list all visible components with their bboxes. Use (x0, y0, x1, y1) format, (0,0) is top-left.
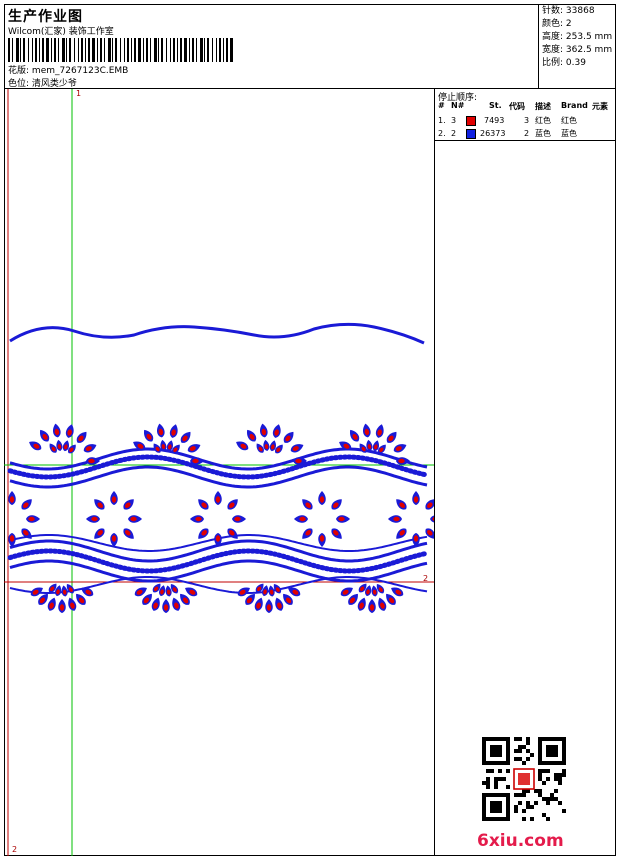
guide-label-right: 2 (423, 574, 429, 583)
row-2-color-swatch (466, 129, 476, 139)
design-canvas: 1 2 2 (4, 89, 434, 856)
stat-height: 高度: 253.5 mm (542, 32, 613, 42)
col-stitches: St. (489, 101, 502, 110)
stop-sequence-table: 停止顺序: # N# St. 代码 描述 Brand 元素 1. 3 7493 … (435, 89, 616, 141)
col-index: # (438, 101, 445, 110)
guide-label-bottom: 2 (12, 845, 18, 854)
colorway-label: 色位: (8, 79, 30, 89)
row-2-brand: 蓝色 (561, 129, 577, 138)
barcode (8, 38, 233, 62)
row-1-brand: 红色 (561, 116, 577, 125)
colorway-value: 清风类少爷 (31, 79, 77, 89)
stat-scale: 比例: 0.39 (542, 58, 586, 68)
row-2-desc: 蓝色 (535, 129, 551, 138)
stat-stitches: 针数: 33868 (542, 6, 595, 16)
watermark-logo: 6xiu.com (477, 831, 564, 851)
row-1-color-swatch (466, 116, 476, 126)
col-needle: N# (451, 101, 465, 110)
stats-panel: 针数: 33868 颜色: 2 高度: 253.5 mm 宽度: 362.5 m… (538, 4, 616, 88)
row-1-index: 1. (438, 116, 446, 125)
guide-label-top: 1 (76, 89, 82, 98)
page-title: 生产作业图 (8, 9, 83, 25)
row-1-stitches: 7493 (484, 116, 505, 125)
stat-colors: 颜色: 2 (542, 19, 572, 29)
row-2-stitches: 26373 (480, 129, 506, 138)
embroidery-design (4, 89, 434, 856)
row-1-desc: 红色 (535, 116, 551, 125)
worksheet-header: 生产作业图 Wilcom(汇家) 装饰工作室 花版: mem_7267123C.… (4, 4, 616, 89)
design-file: mem_7267123C.EMB (31, 66, 129, 76)
studio-name: Wilcom(汇家) 装饰工作室 (8, 27, 114, 37)
row-1-needle: 3 (451, 116, 457, 125)
col-brand: Brand (561, 101, 588, 110)
row-2-index: 2. (438, 129, 446, 138)
qr-code (482, 737, 566, 821)
col-desc: 描述 (535, 102, 551, 111)
col-element: 元素 (592, 102, 608, 111)
design-file-line: 花版: mem_7267123C.EMB (8, 63, 128, 76)
colorway-line: 色位: 清风类少爷 (8, 76, 77, 89)
row-2-needle: 2 (451, 129, 457, 138)
row-1-code: 3 (524, 116, 530, 125)
row-2-code: 2 (524, 129, 530, 138)
col-code: 代码 (509, 102, 525, 111)
stat-width: 宽度: 362.5 mm (542, 45, 613, 55)
design-label: 花版: (8, 66, 30, 76)
